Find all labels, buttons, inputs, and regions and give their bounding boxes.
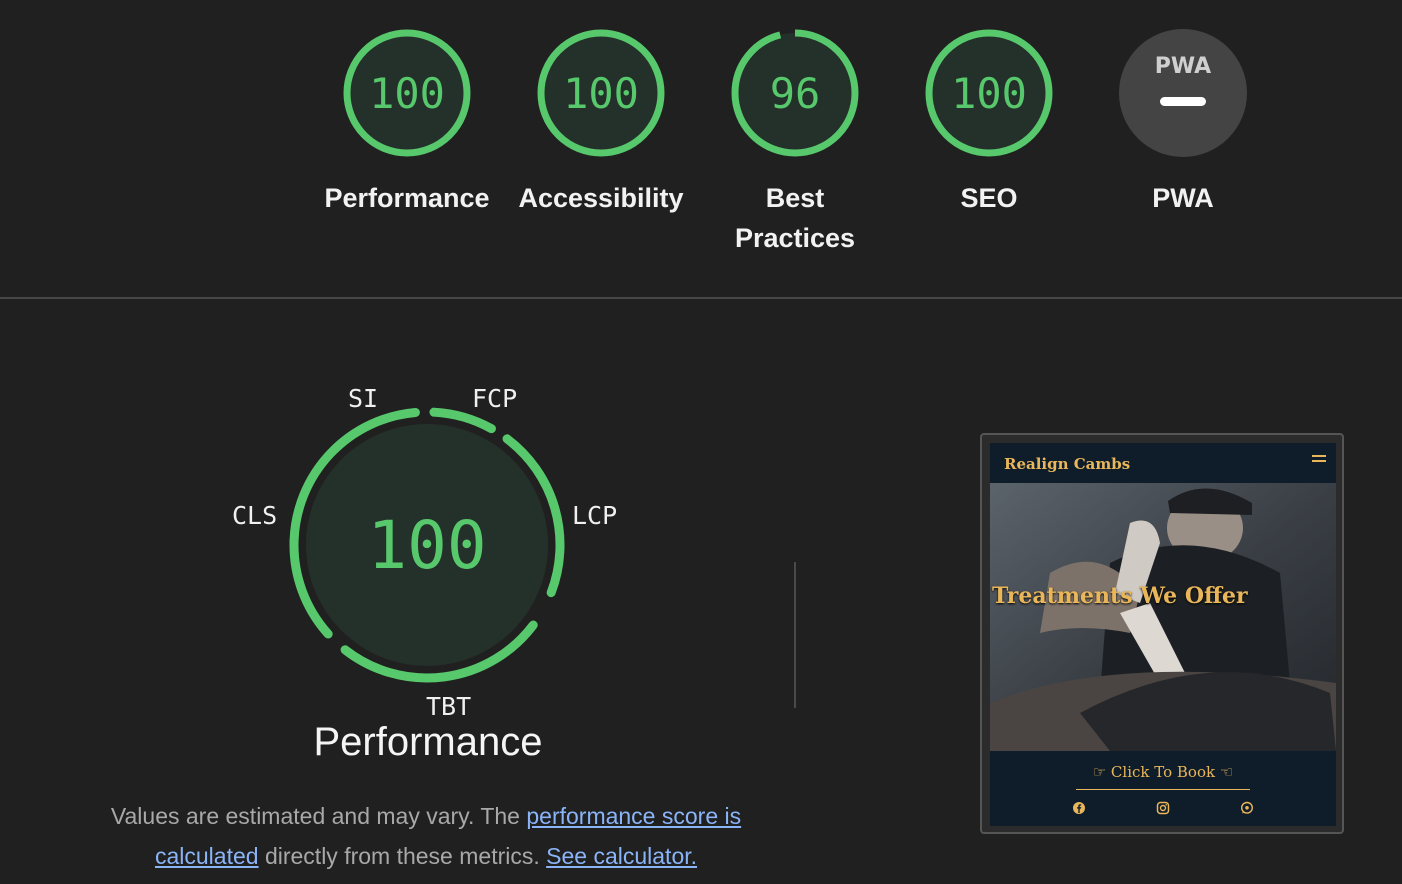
note-text: Values are estimated and may vary. The (110, 803, 527, 829)
site-title: Realign Cambs (1004, 455, 1131, 473)
pwa-badge-icon: PWA (1119, 29, 1247, 157)
gauge-score: 100 (369, 69, 445, 118)
hero-heading: Treatments We Offer (992, 583, 1248, 609)
gauge-ring: 100 (537, 29, 665, 157)
performance-title: Performance (313, 720, 543, 764)
vertical-divider (794, 562, 796, 708)
gauge-accessibility[interactable]: 100 Accessibility (501, 28, 701, 218)
screenshot-page: Realign Cambs Treatments We Offer ☞ Clic… (990, 443, 1336, 826)
hamburger-menu-icon (1312, 455, 1326, 465)
gauge-seo[interactable]: 100 SEO (889, 28, 1089, 218)
metric-label-si: SI (348, 384, 379, 413)
gauge-label: PWA (1152, 183, 1214, 213)
section-divider (0, 297, 1402, 299)
hero-image: Treatments We Offer (990, 483, 1336, 751)
performance-note: Values are estimated and may vary. The p… (90, 796, 762, 876)
see-calculator-link[interactable]: See calculator. (546, 843, 697, 869)
final-screenshot[interactable]: Realign Cambs Treatments We Offer ☞ Clic… (980, 433, 1344, 834)
pwa-dash-icon (1160, 97, 1206, 106)
note-text: directly from these metrics. (258, 843, 547, 869)
pwa-badge-text: PWA (1155, 54, 1211, 79)
hero-photo (990, 483, 1336, 751)
gauge-ring: 100 (343, 29, 471, 157)
metric-label-tbt: TBT (426, 692, 472, 721)
click-to-book-button: ☞ Click To Book ☜ (1092, 763, 1234, 781)
gauge-ring: 100 (925, 29, 1053, 157)
cta-underline (1076, 789, 1250, 790)
gauge-score: 96 (770, 69, 821, 118)
gauge-score: 100 (563, 69, 639, 118)
gauge-label: Performance (324, 183, 490, 213)
gauge-label: Accessibility (518, 183, 684, 213)
performance-score: 100 (367, 507, 486, 584)
metric-label-cls: CLS (232, 501, 278, 530)
gauge-best-practices[interactable]: 96 Best Practices (695, 28, 895, 258)
performance-gauge: 100 (289, 407, 565, 683)
whatsapp-icon (1240, 801, 1254, 814)
gauge-ring: 96 (731, 29, 859, 157)
gauge-label: SEO (960, 183, 1018, 213)
gauge-label: Best Practices (734, 183, 856, 253)
metric-label-fcp: FCP (472, 384, 518, 413)
instagram-icon (1156, 801, 1170, 815)
gauge-score: 100 (951, 69, 1027, 118)
facebook-icon (1073, 802, 1085, 814)
gauge-pwa[interactable]: PWA PWA (1083, 28, 1283, 218)
metric-label-lcp: LCP (572, 501, 618, 530)
gauge-performance[interactable]: 100 Performance (307, 28, 507, 218)
